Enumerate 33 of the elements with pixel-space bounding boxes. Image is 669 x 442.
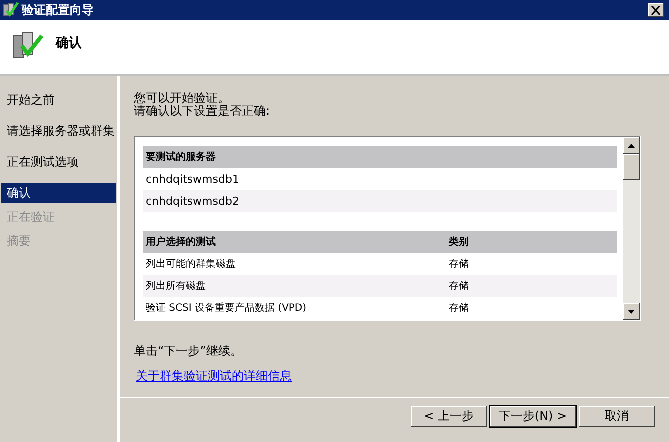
table-cell-text: 存储 [449, 302, 469, 315]
scrollbar[interactable] [623, 137, 640, 320]
wizard-button[interactable]: < 上一步 [411, 406, 487, 427]
help-link[interactable]: 关于群集验证测试的详细信息 [136, 368, 292, 385]
column-header: 要测试的服务器 [146, 150, 217, 164]
scroll-down-button[interactable] [623, 303, 640, 320]
close-icon [651, 6, 661, 14]
step-item[interactable]: 请选择服务器或群集 [1, 121, 116, 141]
column-header: 用户选择的测试 [146, 235, 217, 249]
close-button[interactable] [648, 3, 664, 17]
scroll-thumb[interactable] [623, 154, 640, 180]
down-arrow-icon [628, 310, 635, 314]
column-header: 类别 [449, 236, 469, 249]
wizard-button[interactable]: 取消 [579, 406, 655, 427]
hint-text: 单击“下一步”继续。 [134, 343, 244, 360]
table-cell-text: 列出可能的群集磁盘 [146, 258, 237, 271]
table-cell-text: 存储 [449, 258, 469, 271]
page-title: 确认 [56, 35, 82, 52]
scroll-up-button[interactable] [623, 137, 640, 154]
servers-check-icon [3, 2, 19, 18]
step-item[interactable]: 开始之前 [1, 90, 116, 110]
table-cell-text: 存储 [449, 280, 469, 293]
step-item[interactable]: 确认 [1, 183, 116, 203]
intro-text: 请确认以下设置是否正确: [134, 105, 272, 118]
table-cell-text: cnhdqitswmsdb2 [146, 194, 240, 208]
up-arrow-icon [628, 144, 635, 148]
table-cell-text: cnhdqitswmsdb1 [146, 172, 240, 186]
intro-text: 您可以开始验证。 [134, 92, 231, 105]
window-title: 验证配置向导 [22, 2, 95, 18]
step-item[interactable]: 正在测试选项 [1, 152, 116, 172]
table-cell-text: 列出所有磁盘 [146, 280, 207, 293]
table-cell-text: 验证 SCSI 设备重要产品数据 (VPD) [146, 302, 308, 315]
wizard-button[interactable]: 下一步(N) > [490, 406, 576, 427]
